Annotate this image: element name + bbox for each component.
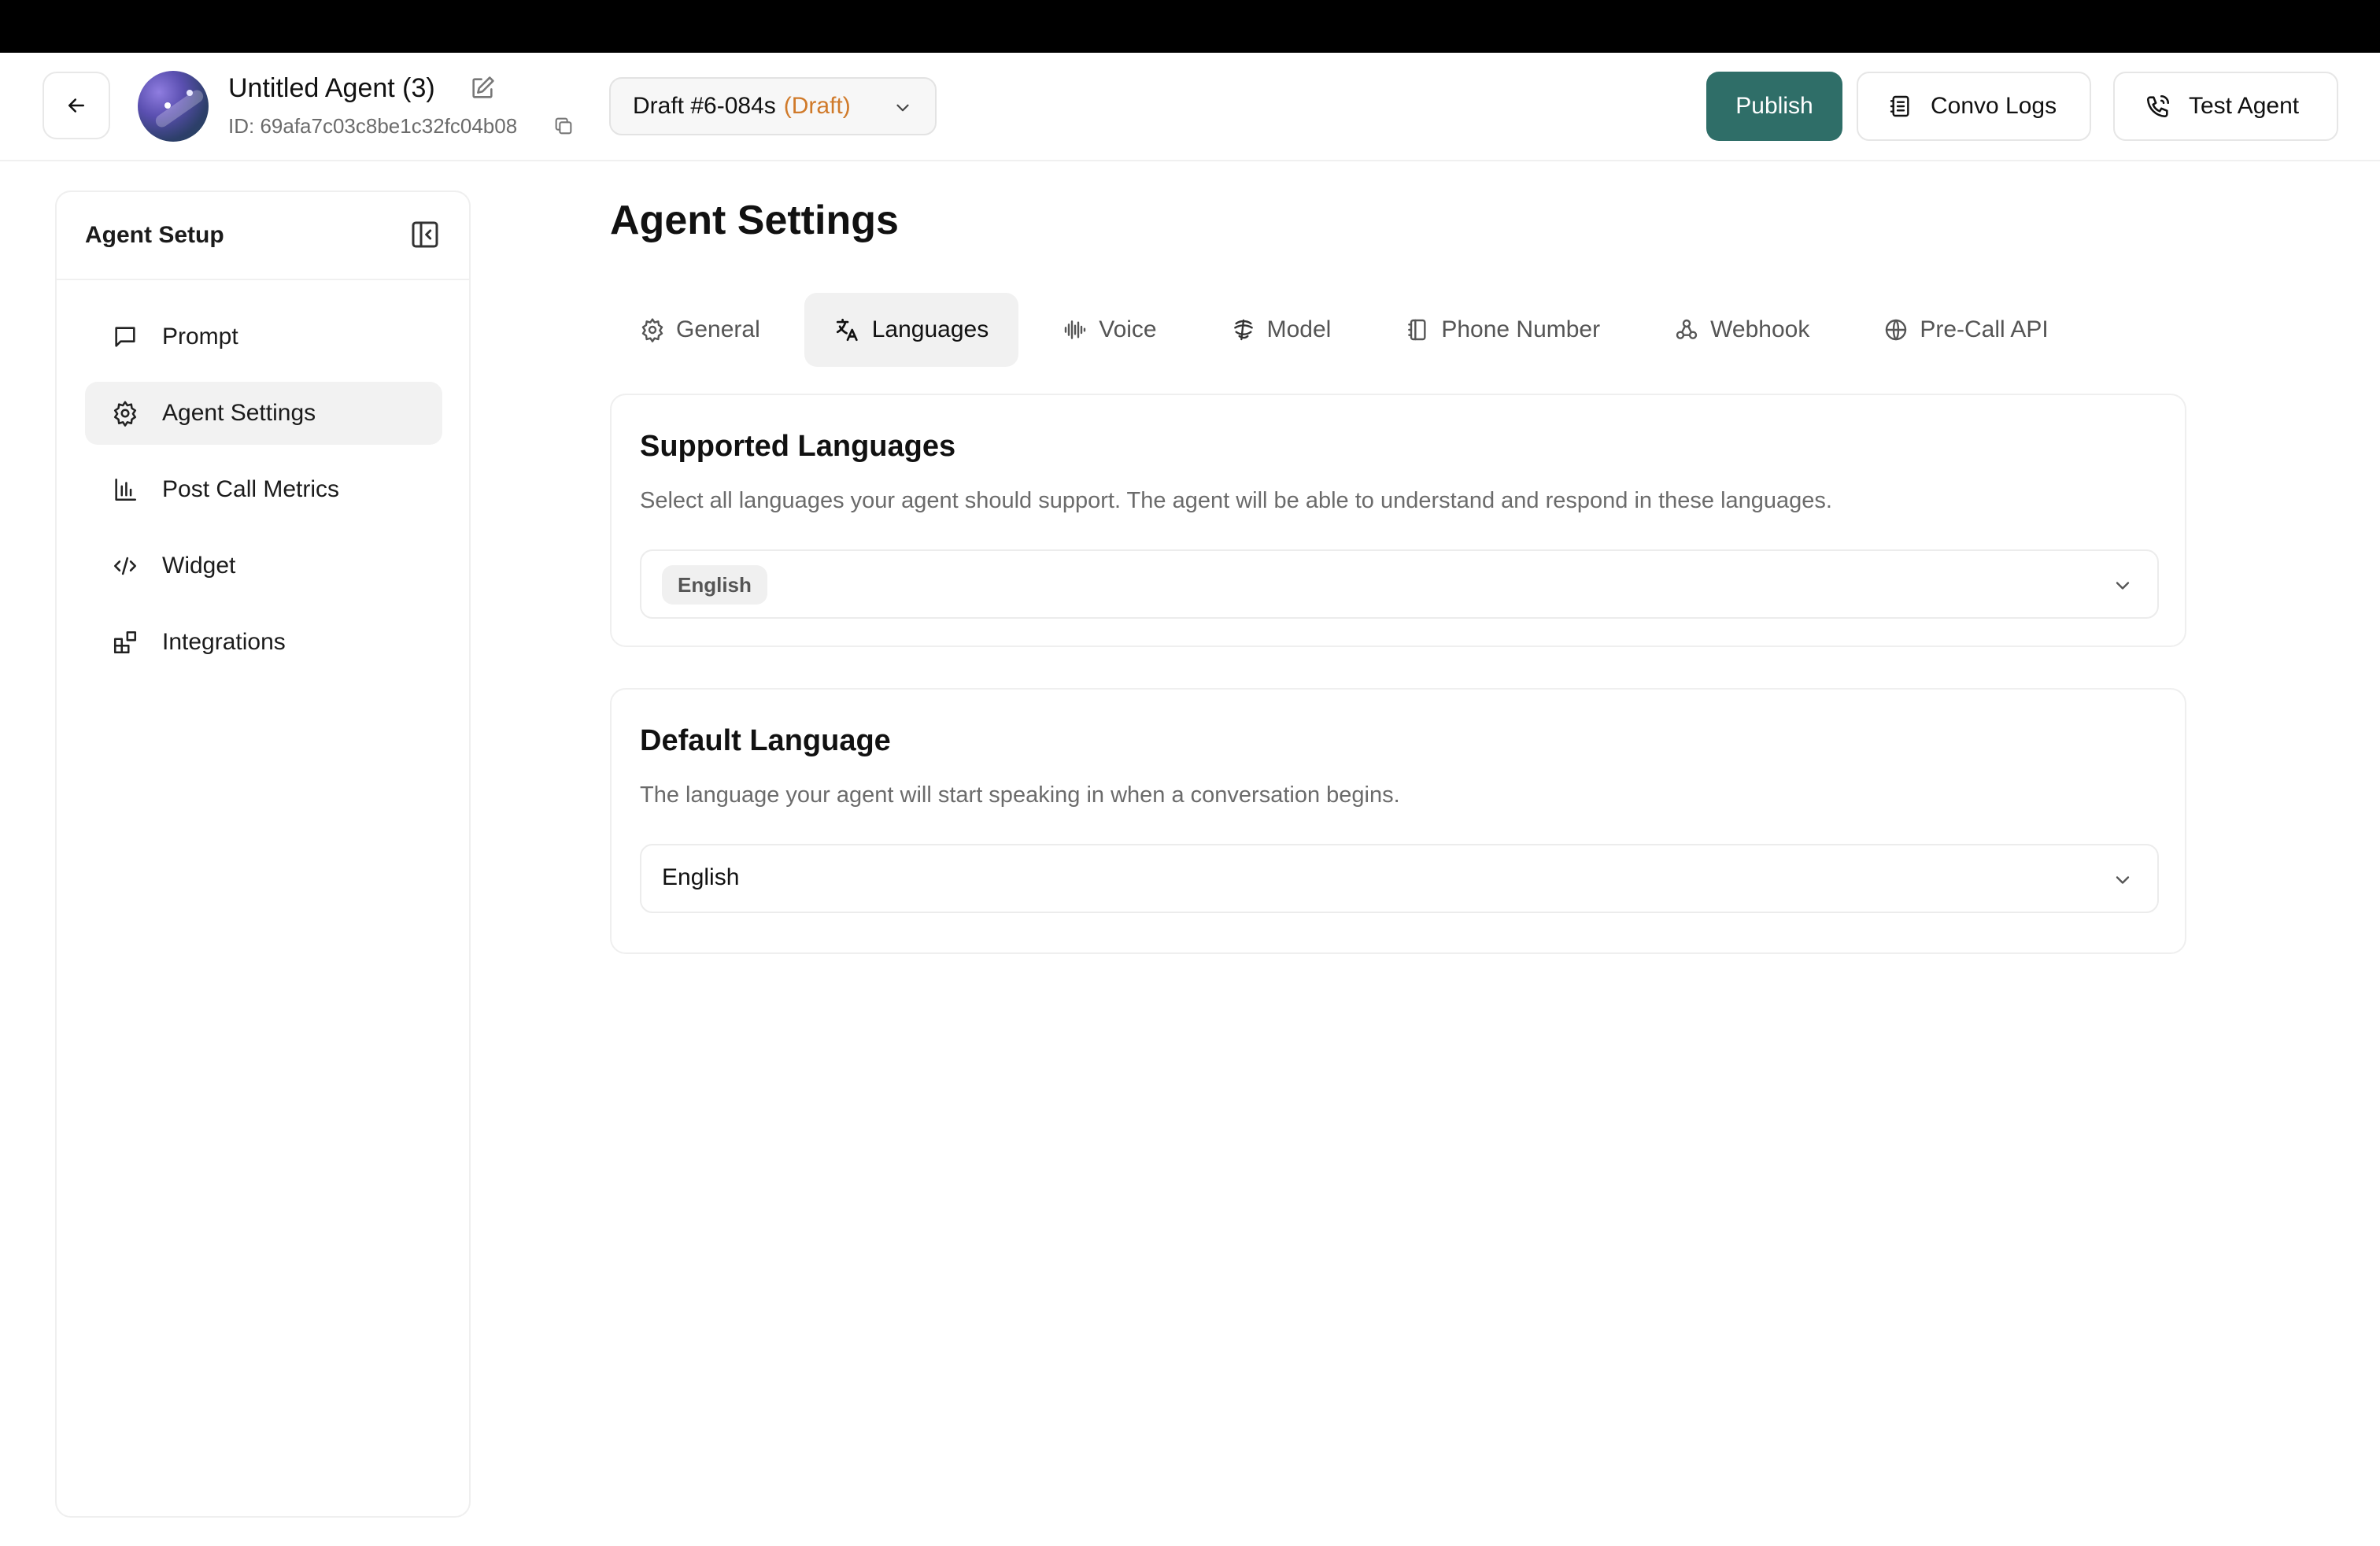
chat-icon xyxy=(115,327,135,347)
logs-icon xyxy=(1890,95,1909,117)
agent-name: Untitled Agent (3) xyxy=(228,73,435,103)
card-title: Supported Languages xyxy=(640,430,956,463)
bar-chart-icon xyxy=(115,478,137,501)
tab-pre-call-api[interactable]: Pre-Call API xyxy=(1853,293,2078,367)
sidebar-item-agent-settings[interactable]: Agent Settings xyxy=(85,382,442,445)
draft-label: Draft #6-084s xyxy=(633,93,776,119)
arrow-left-icon xyxy=(68,98,84,113)
sidebar-item-label: Widget xyxy=(162,553,236,579)
globe-icon xyxy=(1886,319,1907,341)
tab-voice[interactable]: Voice xyxy=(1033,293,1186,367)
sidebar-item-label: Prompt xyxy=(162,324,238,350)
convo-logs-button[interactable]: Convo Logs xyxy=(1857,72,2091,141)
phone-book-icon xyxy=(1408,319,1426,341)
back-button[interactable] xyxy=(42,72,110,139)
tab-label: General xyxy=(676,316,760,342)
top-black-bar xyxy=(0,0,2380,53)
blocks-icon xyxy=(113,631,137,654)
waveform-icon xyxy=(1065,320,1086,339)
default-language-value: English xyxy=(662,864,740,890)
model-icon xyxy=(1233,319,1253,341)
sidebar-item-post-call-metrics[interactable]: Post Call Metrics xyxy=(85,458,442,521)
tab-label: Phone Number xyxy=(1441,316,1601,342)
tab-model[interactable]: Model xyxy=(1201,293,1362,367)
chevron-down-icon xyxy=(896,104,909,112)
agent-id: ID: 69afa7c03c8be1c32fc04b08 xyxy=(228,114,518,138)
page-title: Agent Settings xyxy=(610,198,899,243)
supported-languages-multiselect[interactable]: English xyxy=(640,549,2159,619)
tab-label: Voice xyxy=(1099,316,1157,342)
card-title: Default Language xyxy=(640,724,891,757)
tab-phone-number[interactable]: Phone Number xyxy=(1375,293,1630,367)
webhook-icon xyxy=(1676,319,1698,339)
default-language-select[interactable]: English xyxy=(640,844,2159,913)
header: Untitled Agent (3) ID: 69afa7c03c8be1c32… xyxy=(0,53,2380,161)
sidebar: Agent Setup Prompt Agent Settings Post C… xyxy=(55,190,471,1518)
code-icon xyxy=(113,557,137,575)
sidebar-item-widget[interactable]: Widget xyxy=(85,534,442,597)
sidebar-item-prompt[interactable]: Prompt xyxy=(85,305,442,368)
test-agent-label: Test Agent xyxy=(2189,93,2300,119)
card-description: The language your agent will start speak… xyxy=(640,782,1400,808)
gear-icon xyxy=(113,401,137,427)
settings-tabs: General Languages Voice Model Phone Numb… xyxy=(610,293,2093,367)
tab-label: Model xyxy=(1266,316,1332,342)
convo-logs-label: Convo Logs xyxy=(1931,93,2057,119)
sidebar-collapse-icon[interactable] xyxy=(409,219,441,250)
test-agent-button[interactable]: Test Agent xyxy=(2113,72,2338,141)
sidebar-item-label: Post Call Metrics xyxy=(162,476,340,502)
tab-general[interactable]: General xyxy=(610,293,790,367)
avatar xyxy=(138,71,209,142)
tab-label: Pre-Call API xyxy=(1920,316,2049,342)
edit-icon[interactable] xyxy=(469,75,496,102)
copy-icon[interactable] xyxy=(552,115,575,137)
phone-call-icon xyxy=(2146,94,2170,118)
gear-icon xyxy=(641,318,663,342)
default-language-card: Default Language The language your agent… xyxy=(610,688,2186,954)
chevron-down-icon xyxy=(2116,876,2130,884)
sidebar-item-integrations[interactable]: Integrations xyxy=(85,611,442,674)
tab-label: Webhook xyxy=(1710,316,1810,342)
tab-label: Languages xyxy=(871,316,989,342)
translate-icon xyxy=(836,318,858,342)
chevron-down-icon xyxy=(2116,582,2130,590)
language-chip[interactable]: English xyxy=(662,565,767,605)
tab-languages[interactable]: Languages xyxy=(804,293,1019,367)
supported-languages-card: Supported Languages Select all languages… xyxy=(610,394,2186,647)
card-description: Select all languages your agent should s… xyxy=(640,488,1832,513)
tab-webhook[interactable]: Webhook xyxy=(1644,293,1839,367)
draft-version-select[interactable]: Draft #6-084s (Draft) xyxy=(609,77,937,135)
draft-status: (Draft) xyxy=(783,93,851,119)
sidebar-item-label: Integrations xyxy=(162,629,286,655)
publish-button[interactable]: Publish xyxy=(1706,72,1842,141)
sidebar-title: Agent Setup xyxy=(85,222,224,248)
sidebar-item-label: Agent Settings xyxy=(162,400,316,426)
